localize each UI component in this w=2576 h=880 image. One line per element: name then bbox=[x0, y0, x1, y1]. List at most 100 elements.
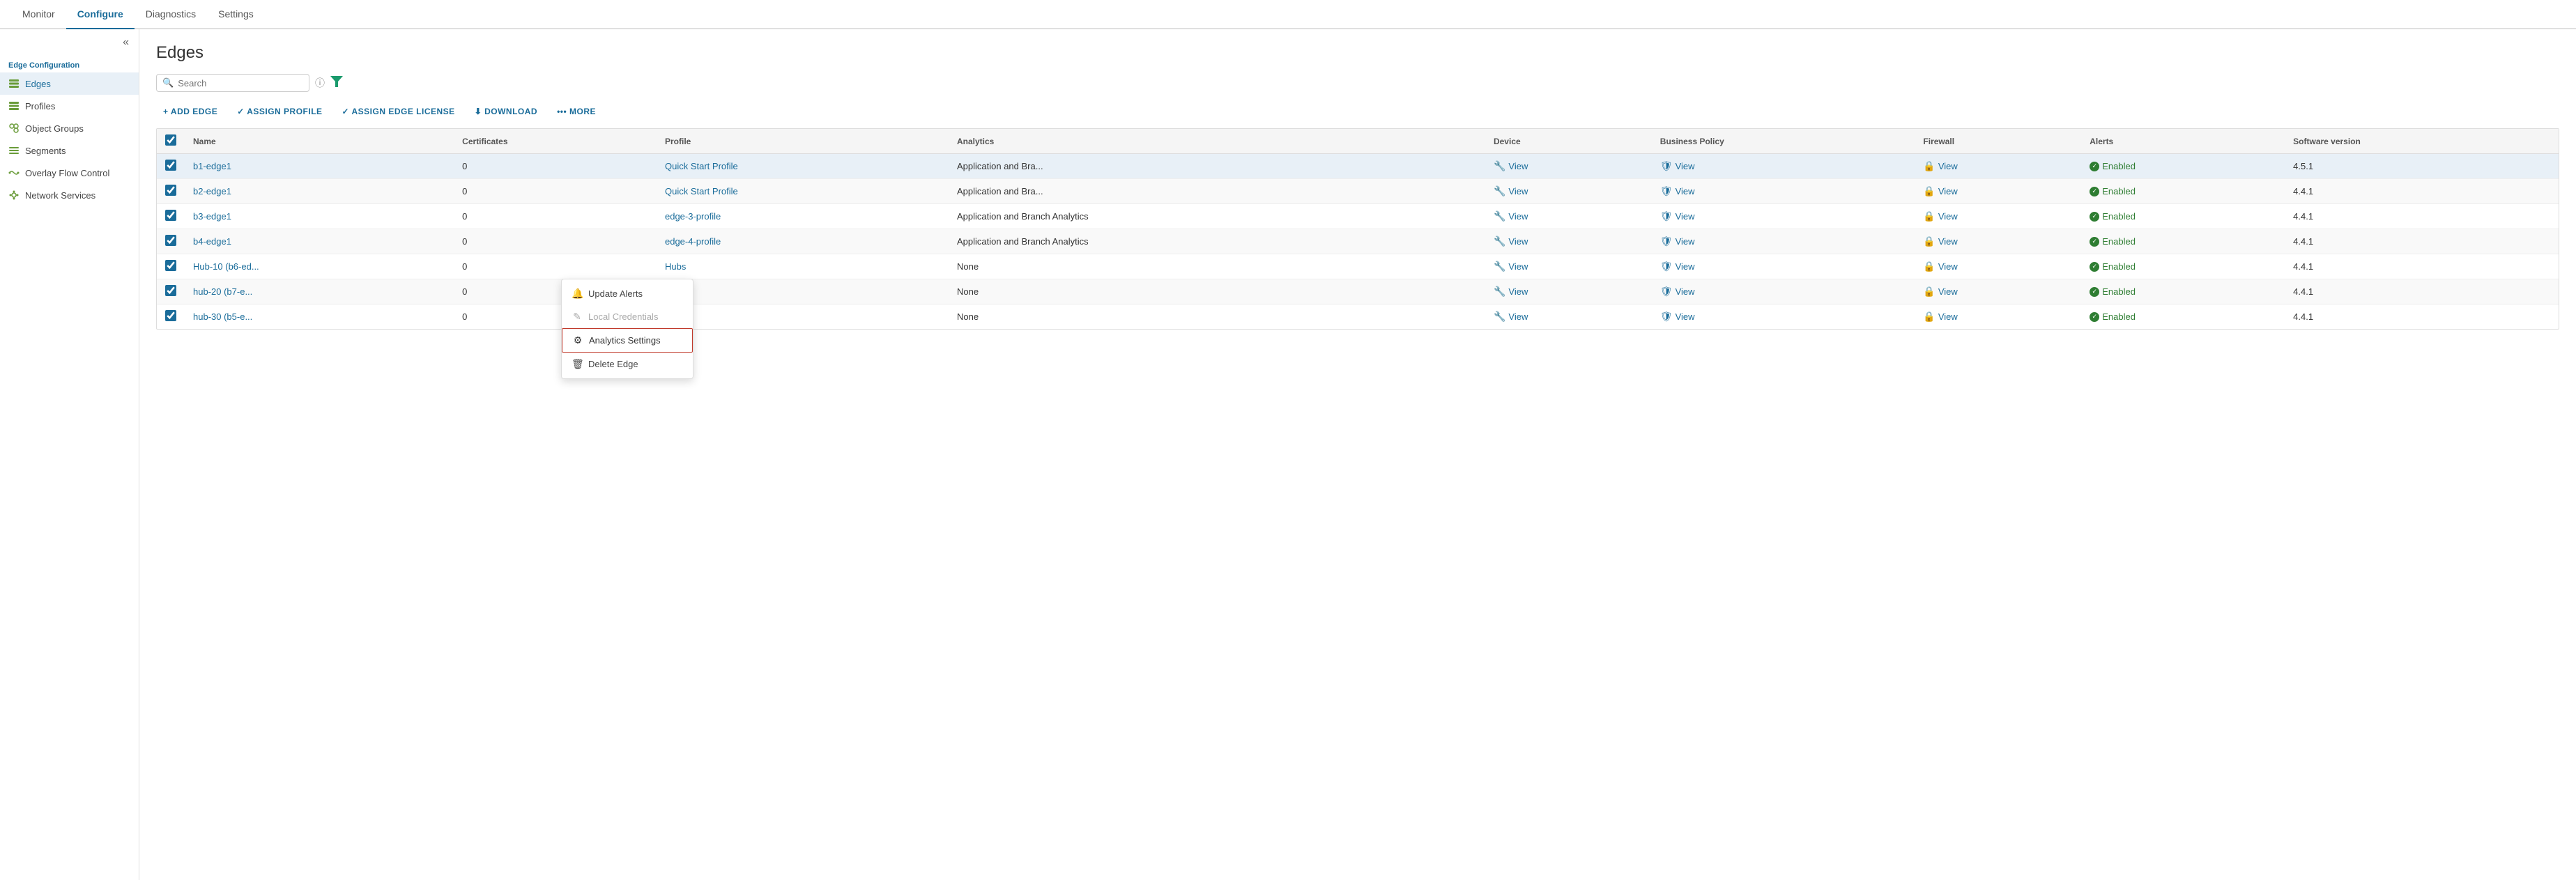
firewall-icon: 🔒 bbox=[1923, 236, 1935, 247]
row-alerts: ✓ Enabled bbox=[2081, 254, 2285, 279]
sidebar-item-object-groups[interactable]: Object Groups bbox=[0, 117, 139, 139]
fw-view-link[interactable]: View bbox=[1938, 161, 1958, 171]
add-edge-button[interactable]: + ADD EDGE bbox=[156, 103, 224, 120]
edge-name-link[interactable]: b1-edge1 bbox=[193, 161, 231, 171]
row-checkbox[interactable] bbox=[165, 185, 176, 196]
row-checkbox[interactable] bbox=[165, 210, 176, 221]
download-button[interactable]: ⬇ DOWNLOAD bbox=[468, 103, 544, 120]
nav-settings[interactable]: Settings bbox=[207, 0, 265, 29]
firewall-icon: 🔒 bbox=[1923, 210, 1935, 222]
fw-view-link[interactable]: View bbox=[1938, 286, 1958, 297]
profile-link[interactable]: Quick Start Profile bbox=[665, 161, 738, 171]
fw-view-link[interactable]: View bbox=[1938, 236, 1958, 247]
ctx-update-alerts[interactable]: 🔔 Update Alerts bbox=[562, 282, 693, 305]
edge-name-link[interactable]: b4-edge1 bbox=[193, 236, 231, 247]
profile-link[interactable]: Quick Start Profile bbox=[665, 186, 738, 196]
nav-configure[interactable]: Configure bbox=[66, 0, 135, 29]
ctx-analytics-settings[interactable]: ⚙ Analytics Settings bbox=[562, 328, 693, 353]
bp-view-link[interactable]: View bbox=[1676, 211, 1695, 222]
row-business-policy: 🛡 View bbox=[1652, 254, 1915, 279]
row-business-policy: 🛡 View bbox=[1652, 204, 1915, 229]
assign-profile-button[interactable]: ✓ ASSIGN PROFILE bbox=[230, 103, 329, 120]
row-certificates: 0 bbox=[454, 154, 657, 179]
bp-view-link[interactable]: View bbox=[1676, 186, 1695, 196]
device-view-link[interactable]: View bbox=[1508, 286, 1528, 297]
object-groups-icon bbox=[8, 123, 20, 134]
row-checkbox[interactable] bbox=[165, 160, 176, 171]
ctx-local-credentials[interactable]: ✎ Local Credentials bbox=[562, 305, 693, 328]
edge-name-link[interactable]: b2-edge1 bbox=[193, 186, 231, 196]
device-view-link[interactable]: View bbox=[1508, 311, 1528, 322]
edges-icon bbox=[8, 78, 20, 89]
device-view-link[interactable]: View bbox=[1508, 261, 1528, 272]
row-business-policy: 🛡 View bbox=[1652, 304, 1915, 330]
fw-view-link[interactable]: View bbox=[1938, 211, 1958, 222]
profile-link[interactable]: edge-4-profile bbox=[665, 236, 721, 247]
nav-diagnostics[interactable]: Diagnostics bbox=[135, 0, 207, 29]
profile-link[interactable]: edge-3-profile bbox=[665, 211, 721, 222]
enabled-badge-dot: ✓ bbox=[2090, 187, 2099, 196]
row-checkbox[interactable] bbox=[165, 235, 176, 246]
wrench-icon: 🔧 bbox=[1494, 286, 1505, 298]
nav-monitor[interactable]: Monitor bbox=[11, 0, 66, 29]
bp-view-link[interactable]: View bbox=[1676, 286, 1695, 297]
row-business-policy: 🛡 View bbox=[1652, 229, 1915, 254]
row-analytics: None bbox=[949, 279, 1431, 304]
bp-view-link[interactable]: View bbox=[1676, 261, 1695, 272]
edge-name-link[interactable]: b3-edge1 bbox=[193, 211, 231, 222]
device-view-link[interactable]: View bbox=[1508, 236, 1528, 247]
sidebar-item-segments[interactable]: Segments bbox=[0, 139, 139, 162]
ctx-delete-edge[interactable]: 🗑 Delete Edge bbox=[562, 353, 693, 376]
sidebar-item-profiles[interactable]: Profiles bbox=[0, 95, 139, 117]
sidebar-item-edges[interactable]: Edges bbox=[0, 72, 139, 95]
row-extra bbox=[1431, 304, 1485, 330]
row-firewall: 🔒 View bbox=[1915, 279, 2081, 304]
filter-icon[interactable] bbox=[330, 76, 343, 91]
row-device: 🔧 View bbox=[1485, 279, 1652, 304]
info-icon[interactable]: ⓘ bbox=[315, 76, 325, 90]
profile-link[interactable]: Hubs bbox=[665, 261, 686, 272]
sidebar-section-label: Edge Configuration bbox=[0, 53, 139, 72]
row-software: 4.4.1 bbox=[2285, 179, 2559, 204]
edge-name-link[interactable]: hub-30 (b5-e... bbox=[193, 311, 252, 322]
row-extra bbox=[1431, 254, 1485, 279]
row-checkbox[interactable] bbox=[165, 285, 176, 296]
page-title: Edges bbox=[156, 43, 2559, 63]
edge-name-link[interactable]: Hub-10 (b6-ed... bbox=[193, 261, 259, 272]
assign-license-button[interactable]: ✓ ASSIGN EDGE LICENSE bbox=[335, 103, 462, 120]
bp-view-link[interactable]: View bbox=[1676, 311, 1695, 322]
sidebar-label-overlay-flow-control: Overlay Flow Control bbox=[25, 168, 109, 178]
shield-icon: 🛡 bbox=[1660, 185, 1673, 197]
edge-name-link[interactable]: hub-20 (b7-e... bbox=[193, 286, 252, 297]
sidebar-item-overlay-flow-control[interactable]: Overlay Flow Control bbox=[0, 162, 139, 184]
device-view-link[interactable]: View bbox=[1508, 161, 1528, 171]
row-name: b2-edge1 bbox=[185, 179, 454, 204]
enabled-badge-dot: ✓ bbox=[2090, 312, 2099, 322]
search-input[interactable] bbox=[178, 78, 303, 88]
row-certificates: 0 bbox=[454, 254, 657, 279]
more-button[interactable]: ••• MORE bbox=[550, 103, 603, 120]
fw-view-link[interactable]: View bbox=[1938, 311, 1958, 322]
select-all-header[interactable] bbox=[157, 129, 185, 154]
device-view-link[interactable]: View bbox=[1508, 186, 1528, 196]
bp-view-link[interactable]: View bbox=[1676, 236, 1695, 247]
fw-view-link[interactable]: View bbox=[1938, 186, 1958, 196]
enabled-badge-dot: ✓ bbox=[2090, 212, 2099, 222]
row-analytics: None bbox=[949, 254, 1431, 279]
sidebar-item-network-services[interactable]: Network Services bbox=[0, 184, 139, 206]
bp-view-link[interactable]: View bbox=[1676, 161, 1695, 171]
ctx-local-credentials-label: Local Credentials bbox=[588, 311, 658, 322]
row-checkbox[interactable] bbox=[165, 310, 176, 321]
row-extra bbox=[1431, 279, 1485, 304]
row-certificates: 0 bbox=[454, 179, 657, 204]
collapse-button[interactable]: « bbox=[118, 35, 133, 50]
device-view-link[interactable]: View bbox=[1508, 211, 1528, 222]
row-software: 4.5.1 bbox=[2285, 154, 2559, 179]
row-device: 🔧 View bbox=[1485, 254, 1652, 279]
row-checkbox[interactable] bbox=[165, 260, 176, 271]
wrench-icon: 🔧 bbox=[1494, 236, 1505, 247]
select-all-checkbox[interactable] bbox=[165, 134, 176, 146]
fw-view-link[interactable]: View bbox=[1938, 261, 1958, 272]
col-software: Software version bbox=[2285, 129, 2559, 154]
enabled-label: Enabled bbox=[2102, 311, 2136, 322]
